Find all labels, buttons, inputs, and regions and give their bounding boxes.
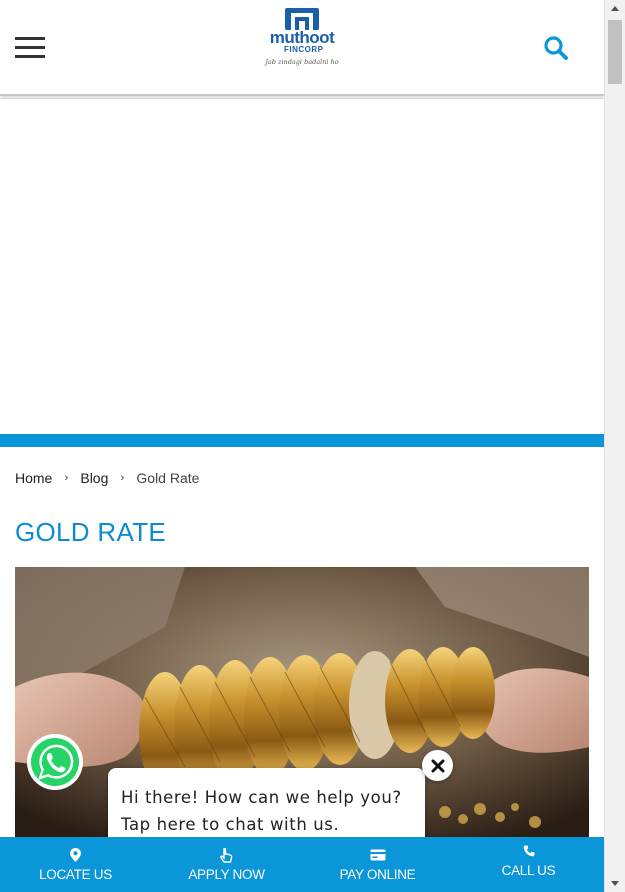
bottom-nav-bar: LOCATE US APPLY NOW PAY ONLINE CALL US (0, 837, 604, 892)
hand-pointer-icon (220, 847, 233, 863)
nav-call-us[interactable]: CALL US (453, 837, 604, 892)
chat-prompt-text: Hi there! How can we help you? Tap here … (121, 788, 402, 834)
chevron-right-icon: › (120, 472, 125, 484)
site-header: muthoot FINCORP Jab zindagi badalni ho (0, 0, 604, 96)
nav-locate-us[interactable]: LOCATE US (0, 837, 151, 892)
nav-apply-now-label: APPLY NOW (188, 867, 265, 882)
brand-logo[interactable]: muthoot FINCORP Jab zindagi badalni ho (262, 8, 342, 76)
search-icon (544, 36, 568, 60)
nav-call-us-label: CALL US (501, 863, 556, 878)
hamburger-icon (15, 37, 45, 40)
logo-brand-text: muthoot (269, 28, 335, 47)
search-button[interactable] (543, 35, 569, 61)
accent-bar (0, 434, 604, 447)
breadcrumb-home-link[interactable]: Home (15, 470, 52, 486)
chat-prompt-bubble[interactable]: Hi there! How can we help you? Tap here … (108, 768, 425, 848)
breadcrumb-blog-link[interactable]: Blog (80, 470, 108, 486)
chevron-right-icon: › (64, 472, 69, 484)
scrollbar-thumb[interactable] (608, 20, 622, 84)
nav-apply-now[interactable]: APPLY NOW (151, 837, 302, 892)
phone-icon (523, 845, 534, 857)
page: muthoot FINCORP Jab zindagi badalni ho H… (0, 0, 625, 892)
vertical-scrollbar[interactable] (604, 0, 625, 892)
location-pin-icon (70, 848, 81, 862)
close-icon (431, 759, 444, 772)
nav-locate-us-label: LOCATE US (39, 867, 112, 882)
breadcrumb-current: Gold Rate (136, 470, 200, 486)
whatsapp-icon (27, 734, 83, 790)
nav-pay-online[interactable]: PAY ONLINE (302, 837, 453, 892)
breadcrumb: Home › Blog › Gold Rate (15, 469, 199, 487)
scroll-up-arrow-icon[interactable] (611, 6, 619, 11)
chat-close-button[interactable] (422, 750, 453, 781)
banner-placeholder (0, 99, 604, 434)
logo-mark-icon (285, 8, 319, 30)
credit-card-icon (370, 849, 385, 861)
hamburger-menu-button[interactable] (15, 37, 45, 59)
logo-tagline: Jab zindagi badalni ho (265, 58, 339, 66)
nav-pay-online-label: PAY ONLINE (339, 867, 416, 882)
whatsapp-button[interactable] (26, 733, 84, 791)
scroll-down-arrow-icon[interactable] (611, 881, 619, 886)
page-title: GOLD RATE (15, 517, 167, 547)
